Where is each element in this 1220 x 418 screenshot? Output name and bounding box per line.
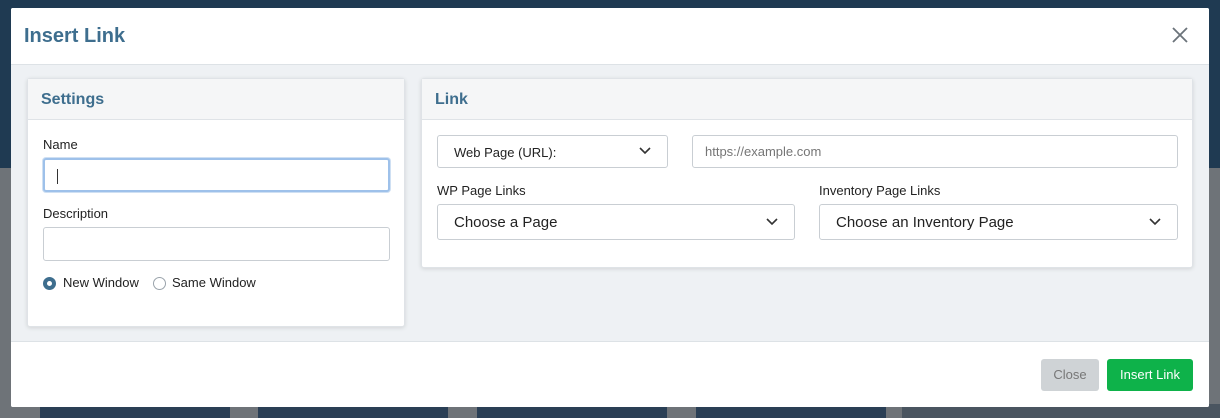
description-label: Description	[43, 206, 109, 221]
insert-link-button[interactable]: Insert Link	[1107, 359, 1193, 391]
same-window-label[interactable]: Same Window	[172, 275, 256, 290]
wp-page-select[interactable]: Choose a Page	[437, 204, 795, 240]
link-type-value: Web Page (URL):	[454, 145, 557, 160]
url-input[interactable]	[692, 135, 1178, 168]
chevron-down-icon	[1149, 218, 1161, 226]
name-label: Name	[43, 137, 78, 152]
link-type-select[interactable]: Web Page (URL):	[437, 135, 668, 168]
text-cursor	[57, 169, 58, 184]
inventory-page-value: Choose an Inventory Page	[836, 214, 1014, 231]
close-button[interactable]: Close	[1041, 359, 1099, 391]
chevron-down-icon	[766, 218, 778, 226]
link-panel: Link Web Page (URL): WP Page Links Choos…	[421, 78, 1193, 268]
same-window-radio[interactable]	[153, 277, 166, 290]
link-heading: Link	[422, 79, 1192, 120]
modal-header: Insert Link	[11, 8, 1209, 65]
description-field[interactable]	[43, 227, 390, 261]
modal-footer: Close Insert Link	[11, 341, 1209, 407]
chevron-down-icon	[639, 147, 651, 155]
modal-title: Insert Link	[24, 25, 126, 47]
insert-link-modal: Insert Link Settings Name Description Ne…	[11, 8, 1209, 407]
wp-page-value: Choose a Page	[454, 214, 558, 231]
name-field[interactable]	[43, 158, 390, 192]
settings-panel: Settings Name Description New Window Sam…	[27, 78, 405, 327]
new-window-label[interactable]: New Window	[63, 275, 139, 290]
inventory-page-links-label: Inventory Page Links	[819, 183, 941, 198]
close-icon[interactable]	[1171, 26, 1189, 44]
inventory-page-select[interactable]: Choose an Inventory Page	[819, 204, 1178, 240]
settings-heading: Settings	[28, 79, 404, 120]
new-window-radio[interactable]	[43, 277, 56, 290]
wp-page-links-label: WP Page Links	[437, 183, 526, 198]
